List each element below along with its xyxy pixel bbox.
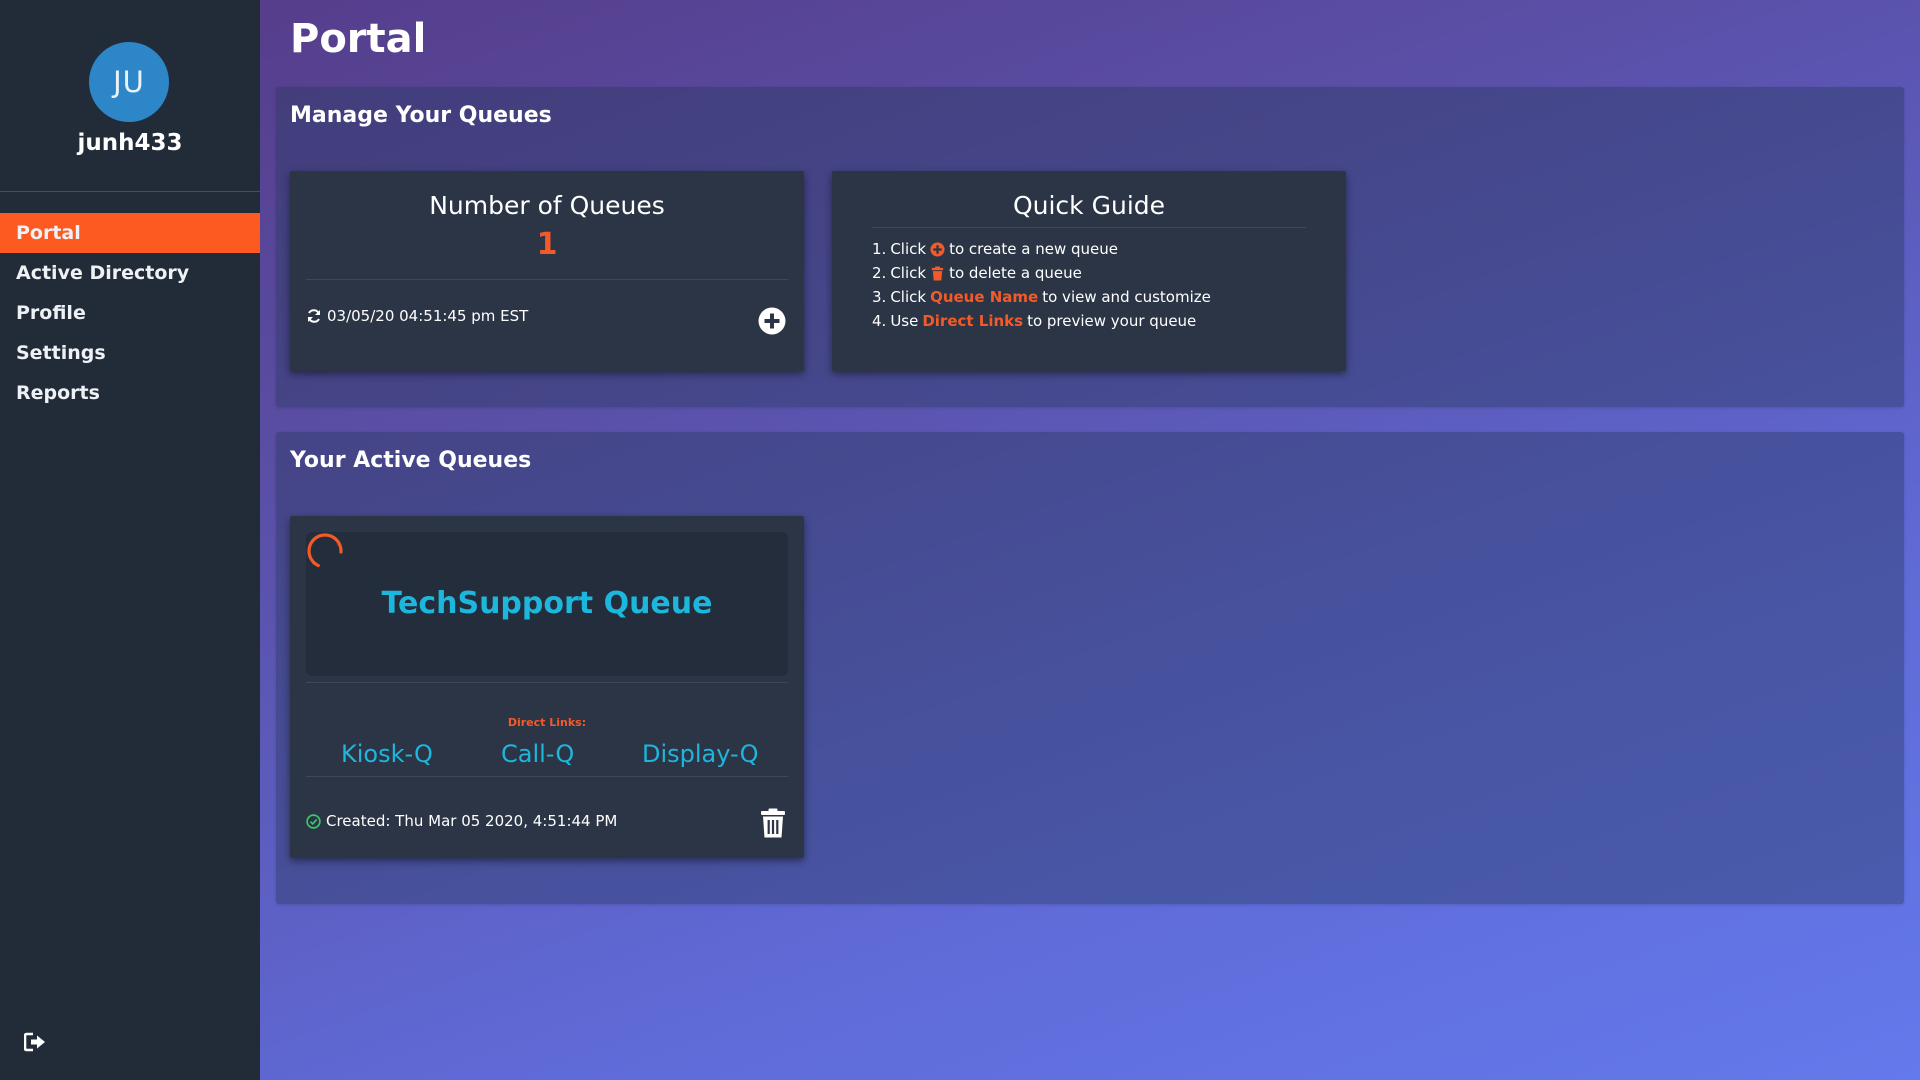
step-number: 1. [872, 240, 887, 258]
step-number: 2. [872, 264, 887, 282]
sidebar-item-active-directory[interactable]: Active Directory [0, 253, 260, 293]
step-text: Click [890, 264, 927, 282]
kiosk-q-link[interactable]: Kiosk-Q [341, 740, 433, 768]
step-text: to view and customize [1042, 288, 1211, 306]
step-text: Click [890, 240, 927, 258]
step-highlight: Queue Name [930, 288, 1039, 306]
queue-created-row: Created: Thu Mar 05 2020, 4:51:44 PM [306, 812, 617, 830]
queue-card: TechSupport Queue Direct Links: Kiosk-Q … [290, 516, 804, 858]
sidebar-item-profile[interactable]: Profile [0, 293, 260, 333]
step-highlight: Direct Links [922, 312, 1024, 330]
guide-step-2: 2. Click to delete a queue [872, 261, 1211, 285]
add-queue-button[interactable] [758, 307, 786, 335]
queue-count-heading: Number of Queues [429, 191, 665, 220]
queue-header: TechSupport Queue [306, 532, 788, 676]
avatar[interactable]: JU [89, 42, 169, 122]
quick-guide-card: Quick Guide 1. Click to create a new que… [832, 171, 1346, 371]
queue-name-link[interactable]: TechSupport Queue [306, 586, 788, 621]
username: junh433 [77, 130, 183, 156]
step-text: to delete a queue [949, 264, 1082, 282]
sidebar-item-reports[interactable]: Reports [0, 373, 260, 413]
plus-circle-icon [930, 241, 945, 257]
sidebar-item-portal[interactable]: Portal [0, 213, 260, 253]
direct-links-label: Direct Links: [507, 716, 587, 729]
step-text: to create a new queue [949, 240, 1118, 258]
sidebar-divider [0, 191, 260, 192]
logout-icon[interactable] [24, 1032, 46, 1052]
guide-step-1: 1. Click to create a new queue [872, 237, 1211, 261]
card-divider [306, 279, 788, 280]
quick-guide-heading: Quick Guide [1012, 191, 1166, 220]
step-text: Use [890, 312, 919, 330]
active-queues-panel: Your Active Queues TechSupport Queue Dir… [276, 432, 1904, 904]
display-q-link[interactable]: Display-Q [642, 740, 758, 768]
queue-count-value: 1 [536, 227, 558, 262]
card-divider [306, 776, 788, 777]
step-number: 3. [872, 288, 887, 306]
step-text: Click [890, 288, 927, 306]
sidebar-item-settings[interactable]: Settings [0, 333, 260, 373]
trash-icon [931, 265, 944, 281]
refresh-icon[interactable] [306, 308, 322, 324]
guide-step-4: 4. Use Direct Links to preview your queu… [872, 309, 1211, 333]
page-title: Portal [290, 16, 427, 62]
active-queues-title: Your Active Queues [290, 448, 532, 473]
queue-created-text: Created: Thu Mar 05 2020, 4:51:44 PM [326, 812, 618, 830]
delete-queue-button[interactable] [760, 808, 786, 838]
guide-step-3: 3. Click Queue Name to view and customiz… [872, 285, 1211, 309]
last-refreshed: 03/05/20 04:51:45 pm EST [306, 307, 528, 325]
manage-queues-panel: Manage Your Queues Number of Queues 1 03… [276, 87, 1904, 407]
check-circle-icon [306, 813, 321, 829]
refresh-timestamp: 03/05/20 04:51:45 pm EST [327, 307, 529, 325]
sidebar: JU junh433 Portal Active Directory Profi… [0, 0, 260, 1080]
spinner-icon [307, 533, 343, 569]
step-text: to preview your queue [1027, 312, 1197, 330]
card-divider [872, 227, 1306, 228]
sidebar-nav: Portal Active Directory Profile Settings… [0, 213, 260, 413]
manage-queues-title: Manage Your Queues [290, 103, 552, 128]
card-divider [306, 682, 788, 683]
avatar-initials: JU [113, 65, 145, 99]
call-q-link[interactable]: Call-Q [501, 740, 574, 768]
quick-guide-list: 1. Click to create a new queue 2. Click … [872, 237, 1211, 333]
queue-count-card: Number of Queues 1 03/05/20 04:51:45 pm … [290, 171, 804, 371]
step-number: 4. [872, 312, 887, 330]
